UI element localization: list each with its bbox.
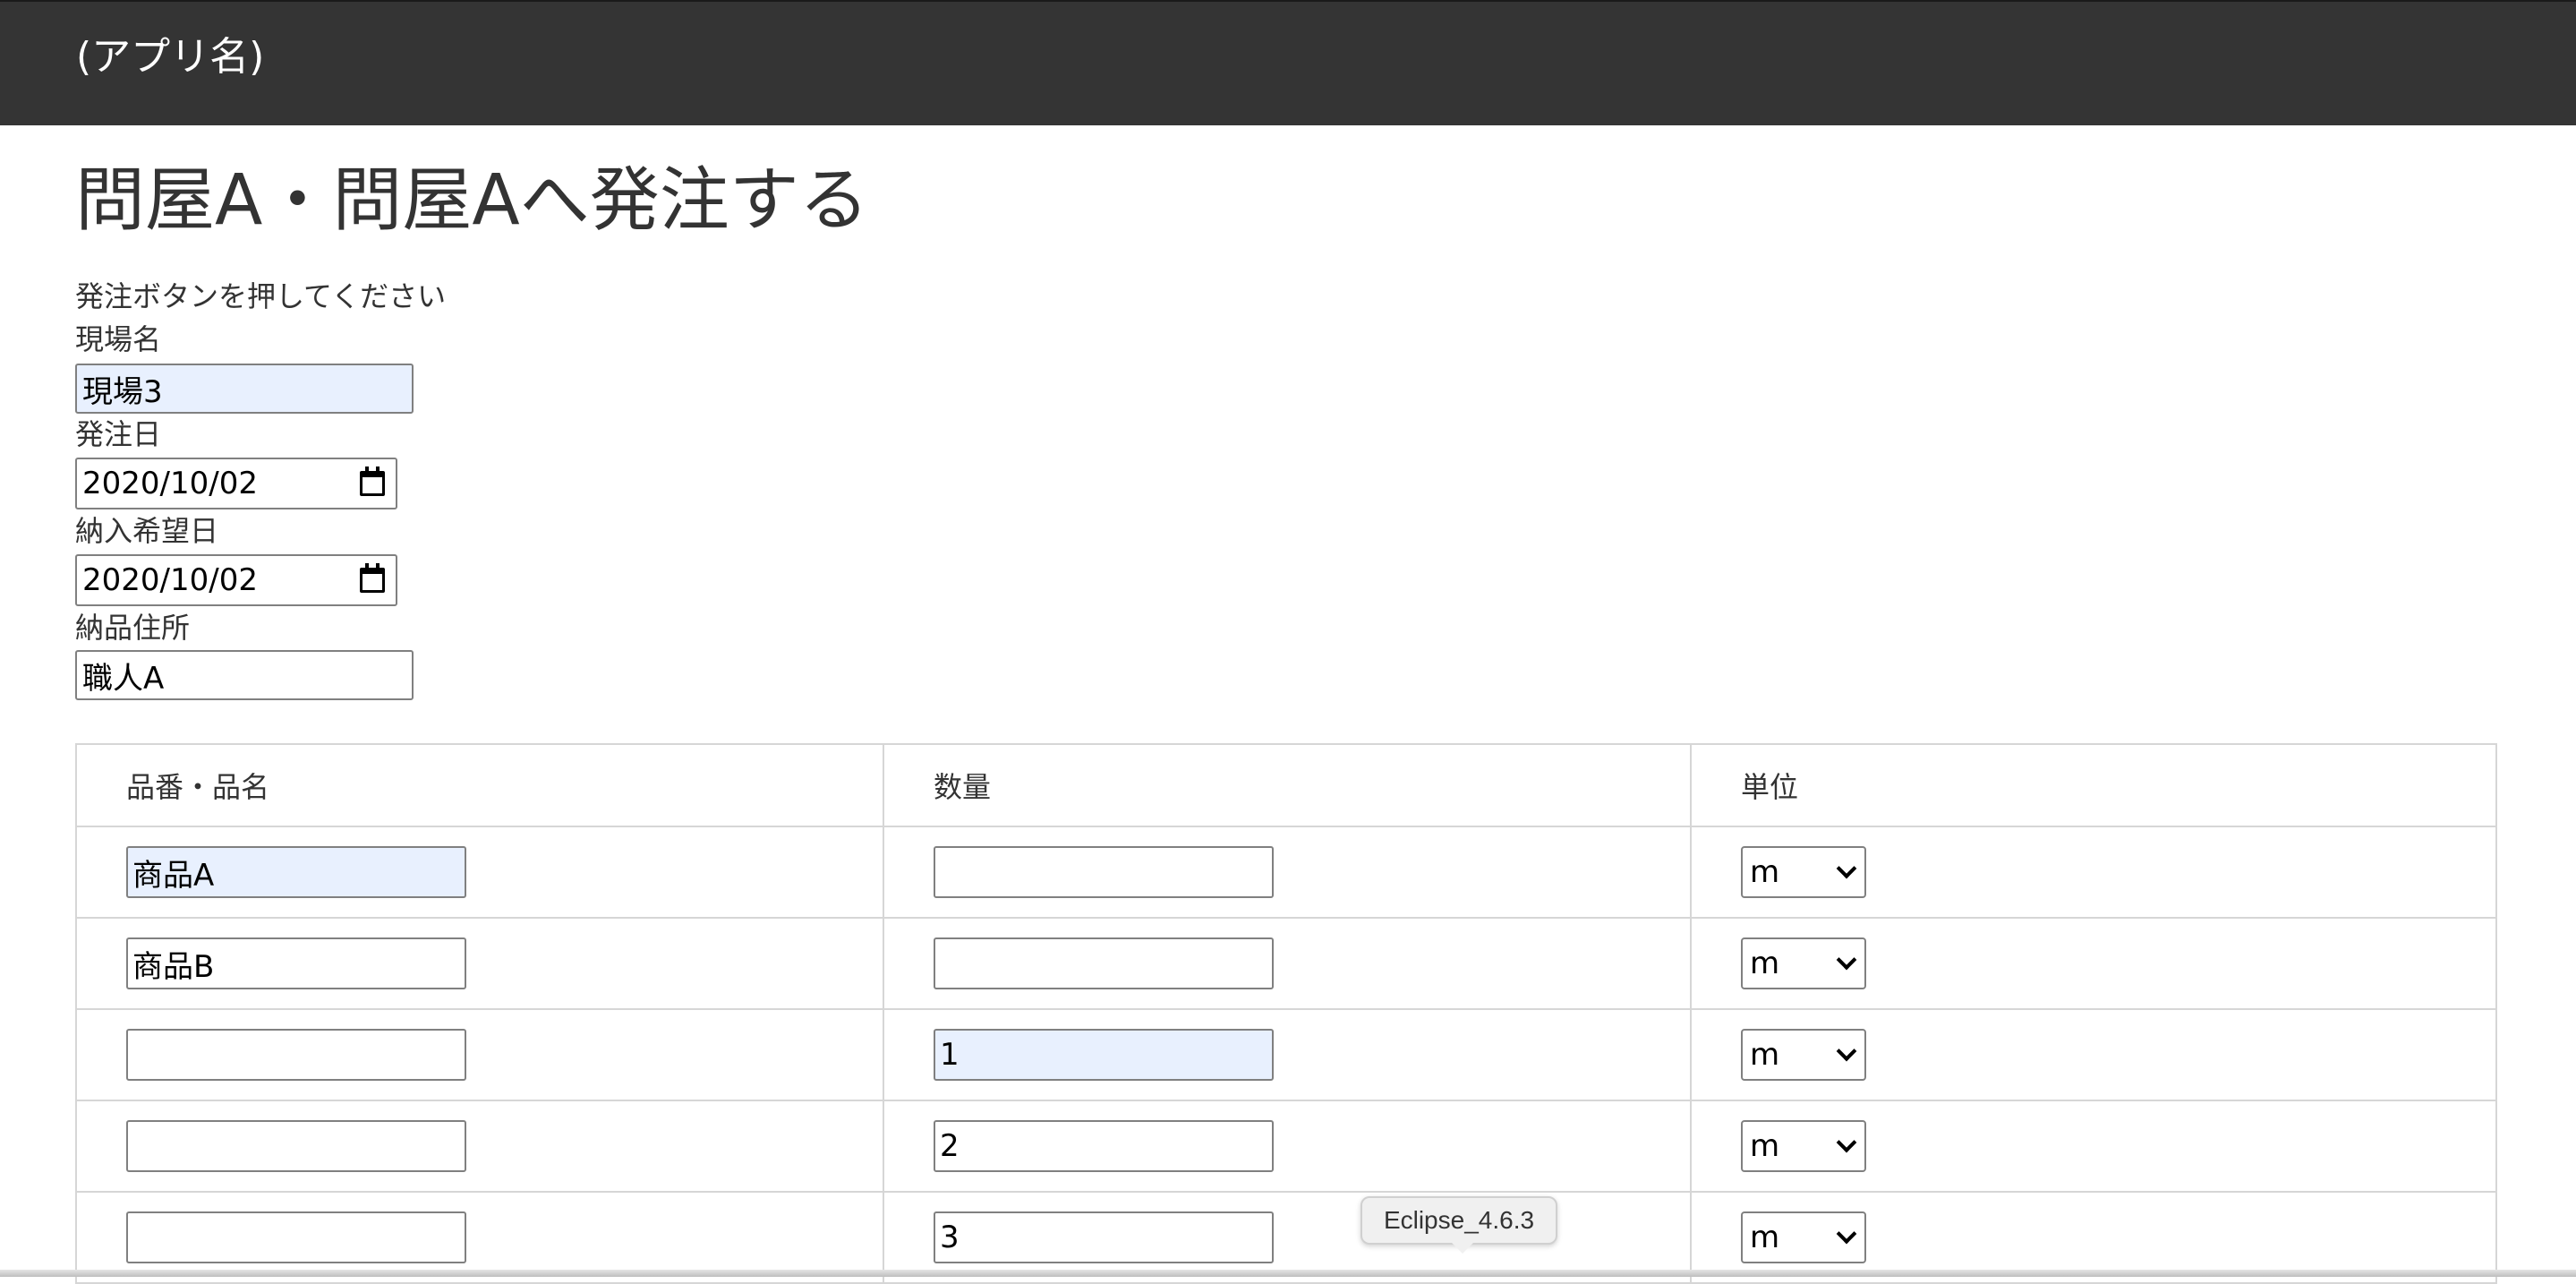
unit-value: m bbox=[1750, 1128, 1780, 1164]
quantity-input[interactable]: 3 bbox=[934, 1211, 1274, 1263]
unit-cell: m bbox=[1692, 1010, 2495, 1100]
delivery-address-label: 納品住所 bbox=[75, 611, 191, 645]
unit-cell: m bbox=[1692, 919, 2495, 1008]
instruction-text: 発注ボタンを押してください bbox=[75, 279, 447, 313]
item-input[interactable]: 商品B bbox=[126, 937, 466, 989]
chevron-down-icon bbox=[1836, 1223, 1857, 1245]
item-cell bbox=[77, 1193, 884, 1282]
desired-delivery-date-input[interactable]: 2020/10/02 bbox=[75, 554, 397, 606]
quantity-input[interactable]: 1 bbox=[934, 1029, 1274, 1081]
unit-select[interactable]: m bbox=[1741, 937, 1866, 989]
calendar-icon[interactable] bbox=[360, 563, 385, 593]
site-name-label: 現場名 bbox=[75, 322, 162, 356]
quantity-value: 3 bbox=[940, 1220, 960, 1255]
tooltip: Eclipse_4.6.3 bbox=[1361, 1196, 1557, 1254]
header-cell-item: 品番・品名 bbox=[77, 745, 884, 826]
item-cell bbox=[77, 1101, 884, 1191]
desired-delivery-date-value: 2020/10/02 bbox=[82, 562, 258, 598]
item-input[interactable]: 商品A bbox=[126, 846, 466, 898]
item-cell: 商品A bbox=[77, 827, 884, 917]
unit-cell: m bbox=[1692, 1101, 2495, 1191]
unit-cell: m bbox=[1692, 1193, 2495, 1282]
quantity-cell: 3 bbox=[884, 1193, 1692, 1282]
unit-value: m bbox=[1750, 1220, 1780, 1255]
quantity-input[interactable] bbox=[934, 937, 1274, 989]
item-input[interactable] bbox=[126, 1120, 466, 1172]
unit-value: m bbox=[1750, 946, 1780, 981]
item-cell bbox=[77, 1010, 884, 1100]
delivery-address-value: 職人A bbox=[82, 660, 165, 697]
quantity-value: 2 bbox=[940, 1128, 960, 1164]
unit-select[interactable]: m bbox=[1741, 846, 1866, 898]
table-row: 1 m bbox=[77, 1010, 2495, 1101]
item-cell: 商品B bbox=[77, 919, 884, 1008]
delivery-address-input[interactable]: 職人A bbox=[75, 650, 414, 700]
chevron-down-icon bbox=[1836, 858, 1857, 879]
chevron-down-icon bbox=[1836, 1132, 1857, 1153]
item-value: 商品A bbox=[132, 857, 215, 894]
tooltip-text: Eclipse_4.6.3 bbox=[1383, 1206, 1535, 1234]
quantity-cell bbox=[884, 919, 1692, 1008]
order-date-input[interactable]: 2020/10/02 bbox=[75, 458, 397, 509]
item-input[interactable] bbox=[126, 1029, 466, 1081]
unit-value: m bbox=[1750, 854, 1780, 890]
unit-select[interactable]: m bbox=[1741, 1029, 1866, 1081]
table-row: 商品A m bbox=[77, 827, 2495, 919]
table-row: 商品B m bbox=[77, 919, 2495, 1010]
unit-value: m bbox=[1750, 1037, 1780, 1073]
quantity-cell: 1 bbox=[884, 1010, 1692, 1100]
app-header-bar: (アプリ名) bbox=[0, 0, 2576, 125]
item-input[interactable] bbox=[126, 1211, 466, 1263]
site-name-value: 現場3 bbox=[82, 373, 163, 410]
header-quantity-label: 数量 bbox=[934, 770, 992, 804]
header-unit-label: 単位 bbox=[1741, 770, 1799, 804]
item-value: 商品B bbox=[132, 948, 215, 985]
site-name-input[interactable]: 現場3 bbox=[75, 364, 414, 414]
unit-cell: m bbox=[1692, 827, 2495, 917]
header-cell-unit: 単位 bbox=[1692, 745, 2495, 826]
table-header-row: 品番・品名 数量 単位 bbox=[77, 745, 2495, 827]
unit-select[interactable]: m bbox=[1741, 1211, 1866, 1263]
page-title: 問屋A・問屋Aへ発注する bbox=[75, 160, 869, 241]
table-row: 2 m bbox=[77, 1101, 2495, 1193]
quantity-cell: 2 bbox=[884, 1101, 1692, 1191]
desired-delivery-date-label: 納入希望日 bbox=[75, 514, 219, 548]
quantity-value: 1 bbox=[940, 1037, 960, 1073]
quantity-input[interactable] bbox=[934, 846, 1274, 898]
quantity-cell bbox=[884, 827, 1692, 917]
calendar-icon[interactable] bbox=[360, 467, 385, 496]
order-items-table: 品番・品名 数量 単位 商品A m 商品B m 1 m 2 m 3 m bbox=[75, 743, 2497, 1284]
chevron-down-icon bbox=[1836, 949, 1857, 971]
order-date-value: 2020/10/02 bbox=[82, 466, 258, 501]
quantity-input[interactable]: 2 bbox=[934, 1120, 1274, 1172]
chevron-down-icon bbox=[1836, 1040, 1857, 1062]
app-name[interactable]: (アプリ名) bbox=[76, 34, 264, 81]
header-item-label: 品番・品名 bbox=[126, 770, 270, 804]
header-cell-quantity: 数量 bbox=[884, 745, 1692, 826]
order-date-label: 発注日 bbox=[75, 417, 162, 451]
window-bottom-edge bbox=[0, 1270, 2576, 1277]
unit-select[interactable]: m bbox=[1741, 1120, 1866, 1172]
